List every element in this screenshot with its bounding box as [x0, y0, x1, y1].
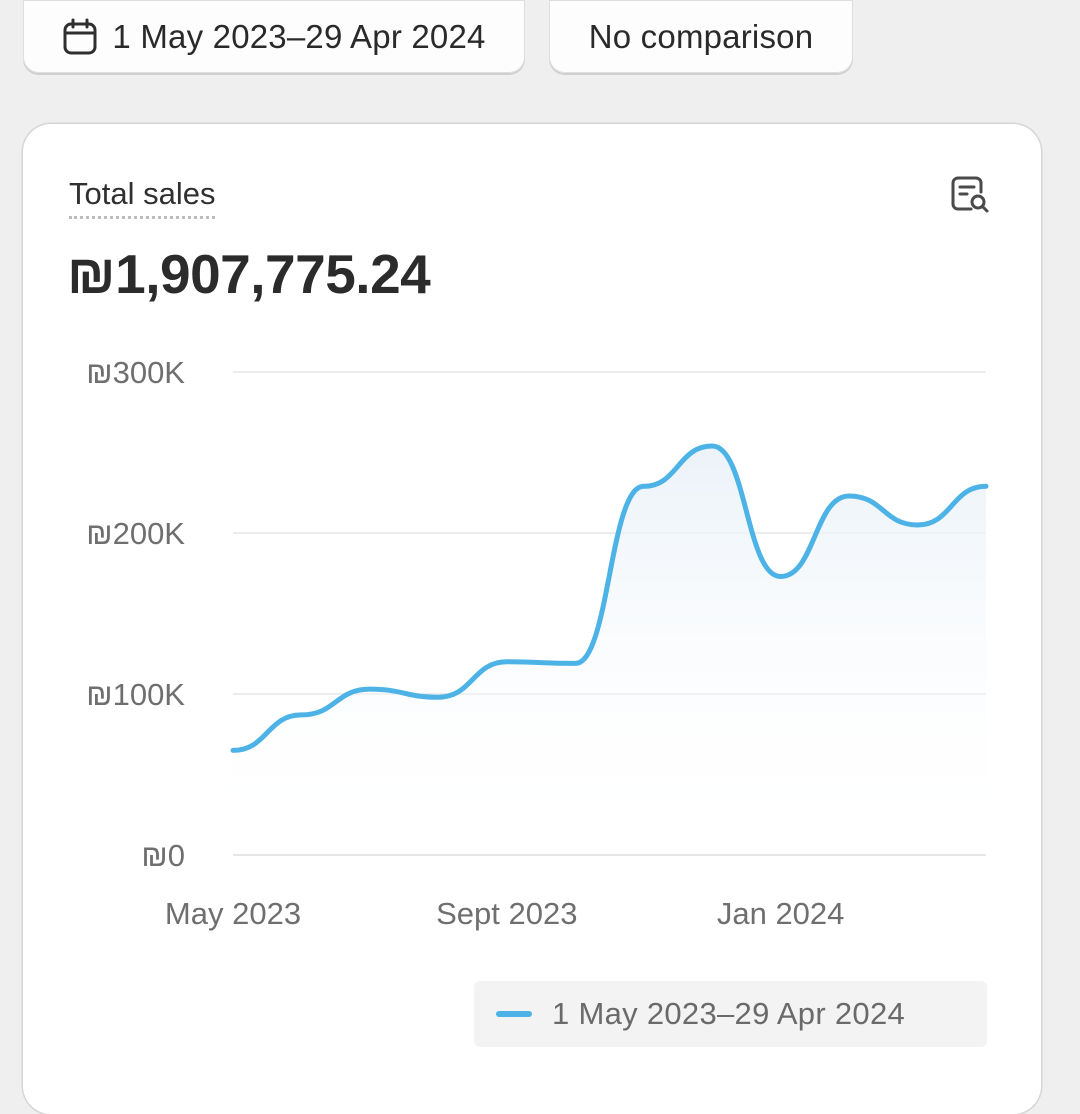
comparison-label: No comparison	[588, 17, 814, 55]
x-tick-label: May 2023	[165, 896, 301, 931]
total-sales-chart: ₪0 ₪100K ₪200K ₪300K May 2023 Sept 2023 Jan 2…	[86, 355, 989, 931]
comparison-picker-button[interactable]: No comparison	[549, 0, 853, 73]
chart-legend[interactable]: 1 May 2023–29 Apr 2024	[474, 981, 987, 1047]
x-tick-label: Jan 2024	[717, 896, 845, 931]
calendar-icon	[62, 18, 98, 56]
y-tick-label: ₪200K	[86, 516, 185, 551]
y-tick-label: ₪100K	[86, 677, 185, 712]
x-tick-label: Sept 2023	[436, 896, 577, 931]
sales-area-fill	[233, 446, 986, 855]
date-range-picker-button[interactable]: 1 May 2023–29 Apr 2024	[23, 0, 525, 73]
date-range-label: 1 May 2023–29 Apr 2024	[112, 17, 486, 55]
legend-label: 1 May 2023–29 Apr 2024	[552, 996, 906, 1031]
legend-swatch	[496, 1011, 532, 1017]
toolbar: 1 May 2023–29 Apr 2024 No comparison	[0, 0, 1080, 110]
total-sales-card: Total sales ₪1,907,775.24 ₪0 ₪100K ₪200K ₪3…	[23, 124, 1041, 1114]
y-tick-label: ₪300K	[86, 355, 185, 390]
y-tick-label: ₪0	[141, 838, 185, 873]
